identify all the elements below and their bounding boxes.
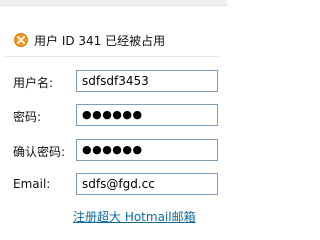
email-row: Email: sdfs@fgd.cc [13, 173, 221, 197]
password-row: 密码: ●●●●●● [13, 104, 221, 128]
email-input[interactable]: sdfs@fgd.cc [76, 173, 218, 195]
divider [5, 56, 219, 57]
password-input[interactable]: ●●●●●● [76, 104, 218, 126]
username-input[interactable]: sdfsdf3453 [76, 70, 218, 92]
password-label: 密码: [13, 110, 42, 124]
username-label: 用户名: [13, 76, 54, 90]
username-row: 用户名: sdfsdf3453 [13, 70, 221, 94]
email-label: Email: [13, 177, 51, 191]
confirm-password-row: 确认密码: ●●●●●● [13, 139, 221, 163]
error-icon [14, 33, 28, 47]
confirm-password-label: 确认密码: [13, 145, 66, 159]
status-text: 用户 ID 341 已经被占用 [34, 33, 166, 48]
top-strip [0, 0, 227, 6]
register-hotmail-link[interactable]: 注册超大 Hotmail邮箱 [73, 208, 196, 225]
status-message: 用户 ID 341 已经被占用 [14, 32, 165, 48]
confirm-password-input[interactable]: ●●●●●● [76, 139, 218, 161]
